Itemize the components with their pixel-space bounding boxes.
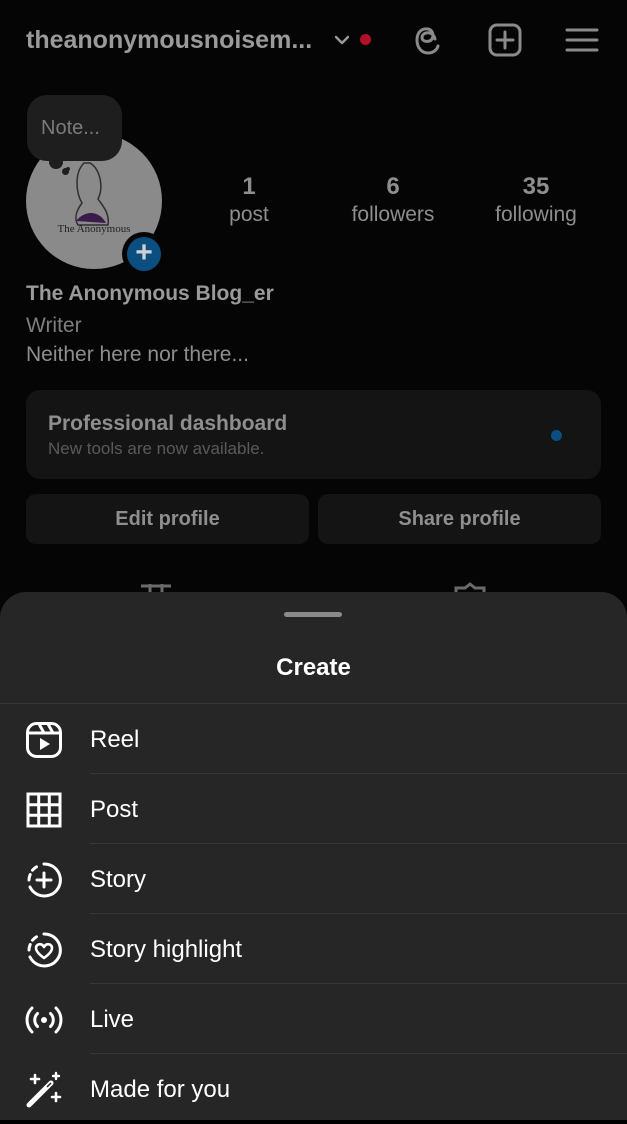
create-post-label: Post [90,796,139,823]
menu-icon[interactable] [564,22,600,58]
threads-icon[interactable] [411,22,447,58]
plus-icon: + [127,237,161,271]
profile-header: theanonymousnoisem... [0,0,627,82]
create-story-highlight-label: Story highlight [90,936,243,963]
stat-following-label: following [495,203,577,226]
create-reel-item[interactable]: Reel [0,704,627,774]
profile-bio: Neither here nor there... [26,343,249,366]
magic-wand-icon [26,1071,62,1108]
grid-icon [26,792,62,828]
highlight-heart-icon [27,932,62,968]
stat-following[interactable]: 35 following [476,173,596,227]
note-bubble[interactable]: Note... [27,95,122,161]
create-live-item[interactable]: Live [0,984,627,1054]
edit-profile-button[interactable]: Edit profile [26,494,309,544]
username-switcher[interactable]: theanonymousnoisem... [26,26,312,55]
create-story-label: Story [90,866,147,893]
note-bubble-tail-small [62,168,69,175]
stat-posts-value: 1 [242,173,256,200]
sheet-title: Create [276,654,351,681]
stat-followers[interactable]: 6 followers [333,173,453,227]
profile-name: The Anonymous Blog_er [26,282,274,305]
note-placeholder: Note... [41,117,100,139]
profile-category: Writer [26,314,82,337]
create-made-for-you-label: Made for you [90,1076,231,1103]
stat-following-value: 35 [522,173,550,200]
dashboard-title: Professional dashboard [48,412,288,435]
sheet-drag-handle[interactable] [284,612,342,617]
stat-posts-label: post [229,203,269,226]
story-add-icon [27,862,62,898]
create-reel-label: Reel [90,726,140,753]
add-story-button[interactable]: + [122,232,166,276]
share-profile-button[interactable]: Share profile [318,494,601,544]
create-story-highlight-item[interactable]: Story highlight [0,914,627,984]
create-live-label: Live [90,1006,135,1033]
new-post-icon[interactable] [487,22,523,58]
create-post-item[interactable]: Post [0,774,627,844]
create-story-item[interactable]: Story [0,844,627,914]
create-made-for-you-item[interactable]: Made for you [0,1054,627,1124]
stat-posts[interactable]: 1 post [189,173,309,227]
reel-icon [26,722,62,758]
professional-dashboard[interactable]: Professional dashboard New tools are now… [26,390,601,479]
note-bubble-tail [49,155,63,169]
stat-followers-value: 6 [386,173,400,200]
dashboard-new-dot [551,430,562,441]
chevron-down-icon[interactable] [332,30,352,50]
dashboard-subtitle: New tools are now available. [48,439,265,458]
live-icon [25,1006,63,1034]
notification-dot [360,34,371,45]
stat-followers-label: followers [351,203,435,226]
create-sheet: Create Reel Post Story Story highlight L… [0,592,627,1120]
